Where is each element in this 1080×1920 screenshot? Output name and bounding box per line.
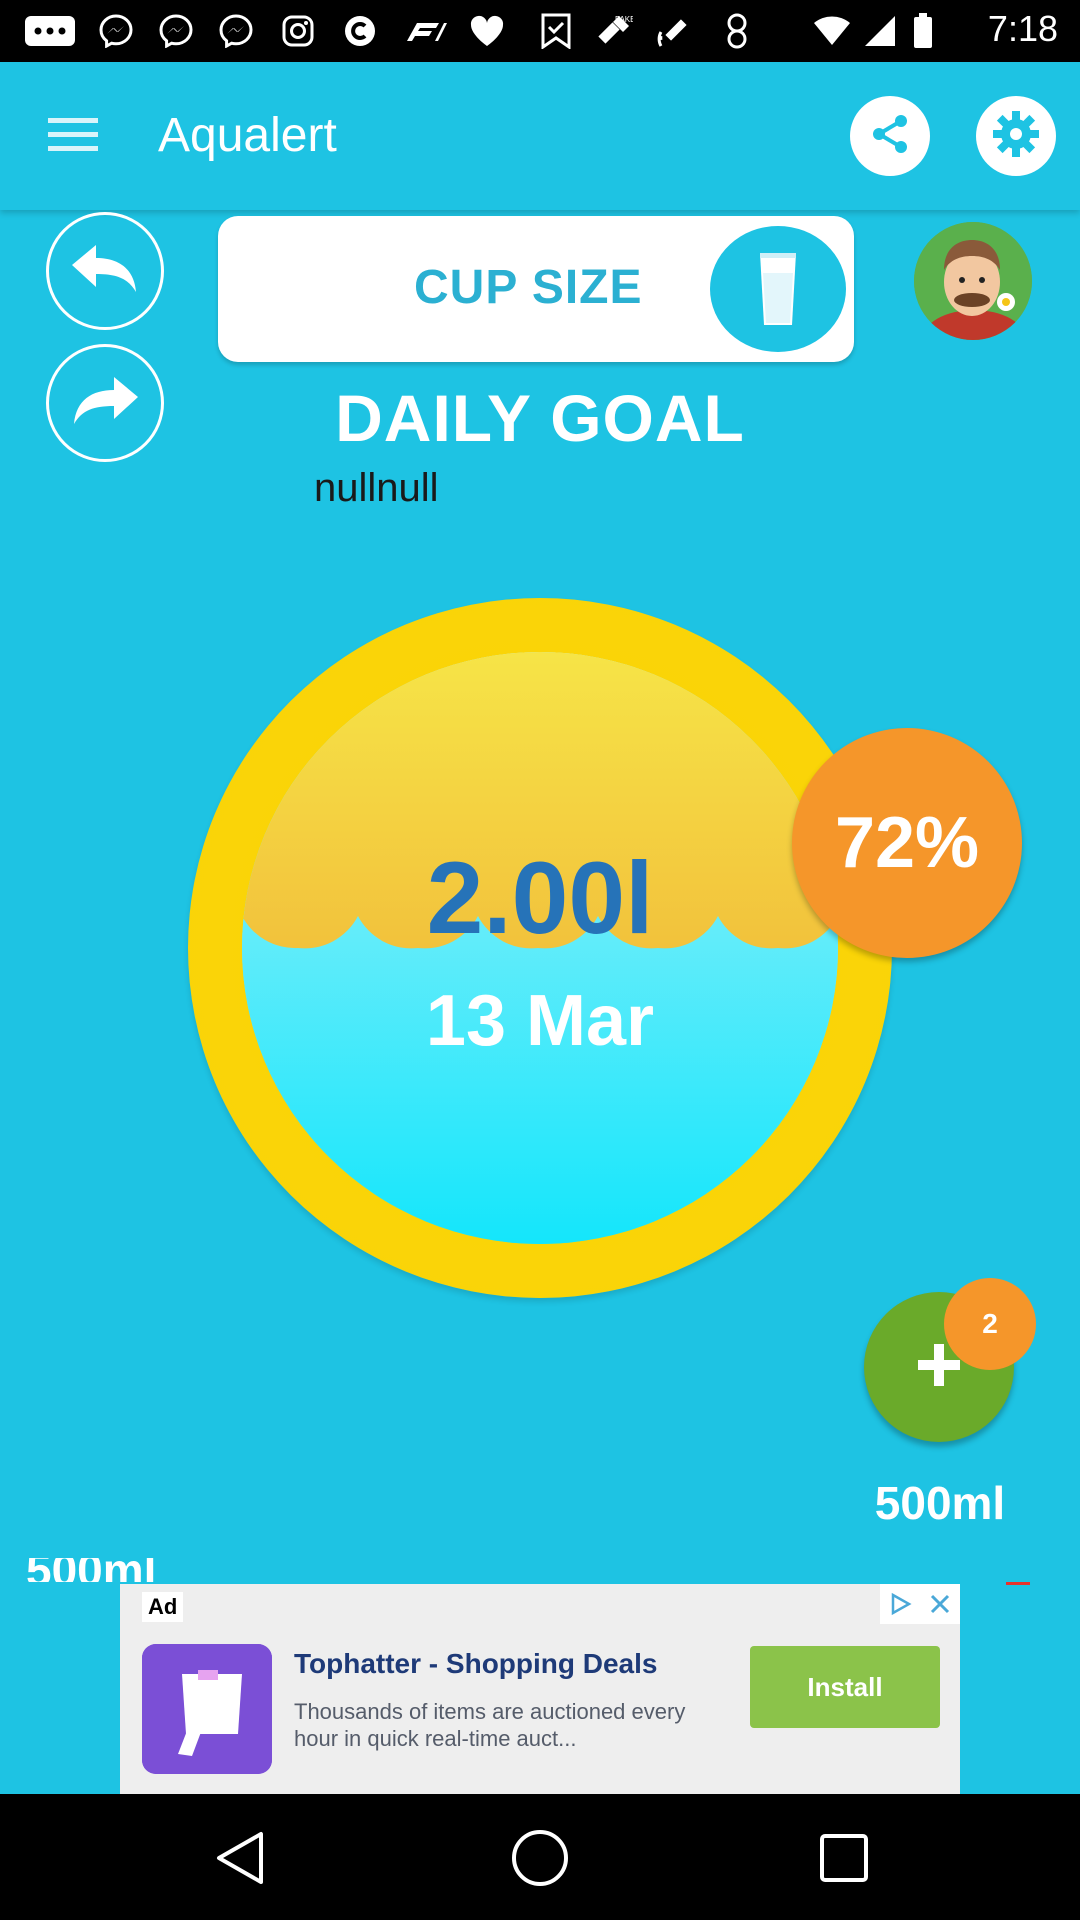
progress-percent-badge: 72% (792, 728, 1022, 958)
daily-goal-title: DAILY GOAL (335, 381, 745, 455)
glass-icon (710, 226, 846, 352)
f1-icon (400, 14, 448, 48)
more-notifications-icon (22, 14, 78, 48)
home-circle-icon[interactable] (500, 1818, 580, 1898)
battery-icon (912, 13, 934, 48)
settings-button[interactable] (976, 96, 1056, 176)
ccleaner-icon (342, 14, 378, 48)
battery-charging-icon (722, 13, 752, 49)
share-icon (867, 111, 913, 162)
gear-icon (991, 109, 1041, 164)
bookmark-icon (540, 13, 572, 49)
partial-amount-label: 500ml (26, 1558, 156, 1582)
partial-indicator (1006, 1582, 1030, 1585)
progress-percent: 72% (834, 803, 980, 883)
recents-square-icon[interactable] (804, 1818, 884, 1898)
character-avatar-icon (914, 222, 1032, 340)
drink-amount-label: 500ml (874, 1477, 1006, 1529)
hamburger-menu-icon[interactable] (44, 112, 102, 158)
heart-icon (468, 14, 506, 48)
messenger-icon (218, 14, 254, 48)
ad-controls (880, 1584, 960, 1624)
install-button[interactable]: Install (750, 1646, 940, 1728)
drink-count-badge: 2 (944, 1278, 1036, 1370)
share-button[interactable] (850, 96, 930, 176)
ad-title[interactable]: Tophatter - Shopping Deals (294, 1648, 657, 1680)
cup-size-button[interactable]: CUP SIZE (218, 216, 854, 362)
svg-text:FAKE: FAKE (615, 15, 633, 24)
signal-icon (862, 14, 898, 48)
ad-description: Thousands of items are auctioned every h… (294, 1699, 686, 1751)
status-clock: 7:18 (987, 8, 1058, 49)
ad-banner[interactable]: Ad Tophatter - Shopping Deals Thousands … (120, 1584, 960, 1794)
status-bar: FAKE 7:18 (0, 0, 1080, 62)
current-date: 13 Mar (425, 981, 655, 1061)
ad-tag: Ad (142, 1592, 184, 1622)
cup-size-label: CUP SIZE (414, 261, 643, 314)
close-icon[interactable] (920, 1584, 960, 1624)
messenger-icon (158, 14, 194, 48)
messenger-icon (98, 14, 134, 48)
undo-button[interactable] (46, 212, 164, 330)
app-bar: Aqualert (0, 62, 1080, 210)
tophatter-logo (142, 1644, 272, 1774)
instagram-icon (280, 14, 316, 48)
undo-arrow-icon (70, 239, 140, 304)
satellite-icon (656, 14, 696, 48)
daily-goal-subtext: nullnull (314, 466, 439, 510)
avatar[interactable] (914, 222, 1032, 340)
app-title: Aqualert (158, 109, 337, 162)
back-triangle-icon[interactable] (200, 1818, 280, 1898)
gps-off-icon: FAKE (594, 14, 634, 48)
water-amount: 2.00l (426, 841, 654, 955)
wifi-icon (812, 14, 852, 48)
adchoices-icon[interactable] (880, 1584, 920, 1624)
